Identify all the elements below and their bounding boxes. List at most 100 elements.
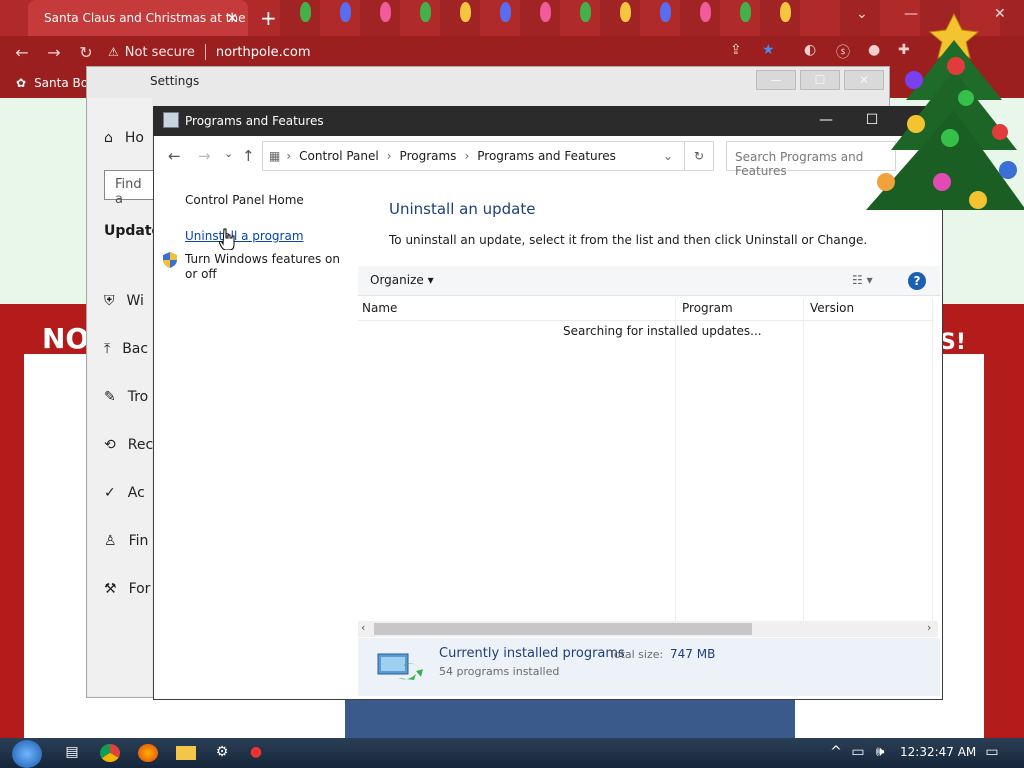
total-size-label: Total size: <box>609 648 664 661</box>
scroll-left-icon[interactable]: ‹ <box>361 621 365 634</box>
decor-light <box>700 2 711 22</box>
forward-icon[interactable]: → <box>38 43 70 62</box>
chevron-down-icon[interactable]: ⌄ <box>224 147 233 160</box>
refresh-button[interactable]: ↻ <box>684 141 714 171</box>
control-panel-icon: ▦ <box>269 149 281 163</box>
control-panel-icon <box>163 112 179 128</box>
recovery-icon: ⟲ <box>104 437 116 453</box>
column-header-name[interactable]: Name <box>362 301 397 315</box>
security-label: Not secure <box>124 44 195 60</box>
decor-light <box>540 2 551 22</box>
divider <box>204 44 206 60</box>
settings-item-troubleshoot[interactable]: ✎ Tro <box>104 389 148 405</box>
breadcrumb-programs[interactable]: Programs <box>400 149 457 163</box>
control-panel-home-link[interactable]: Control Panel Home <box>185 193 304 207</box>
settings-item-windows-security[interactable]: ⛨ Wi <box>104 293 144 309</box>
decor-light <box>620 2 631 22</box>
warning-icon: ⚠ <box>108 45 119 59</box>
status-title: Currently installed programs <box>439 646 625 661</box>
decor-light <box>460 2 471 22</box>
chevron-right-icon: › <box>386 149 392 163</box>
url-text: northpole.com <box>215 44 311 60</box>
village-image <box>345 700 795 738</box>
decor-light <box>380 2 391 22</box>
person-icon: ♙ <box>104 533 117 549</box>
program-count: 54 programs installed <box>439 665 560 678</box>
settings-gear-icon[interactable]: ⚙ <box>212 744 232 762</box>
uac-shield-icon <box>163 252 177 268</box>
chevron-right-icon: › <box>286 149 292 163</box>
system-clock[interactable]: 12:32:47 AM <box>900 745 976 759</box>
breadcrumb-control-panel[interactable]: Control Panel <box>299 149 379 163</box>
hand-cursor-icon <box>219 228 235 250</box>
scroll-right-icon[interactable]: › <box>927 621 931 634</box>
settings-item-recovery[interactable]: ⟲ Rec <box>104 437 153 453</box>
help-icon[interactable]: ? <box>908 272 926 290</box>
firefox-icon[interactable] <box>138 744 158 762</box>
star-icon[interactable]: ★ <box>762 42 775 58</box>
christmas-tree-icon <box>866 12 1024 210</box>
chrome-icon[interactable] <box>100 744 120 762</box>
decor-light <box>340 2 351 22</box>
settings-item-activation[interactable]: ✓ Ac <box>104 485 145 501</box>
settings-title: Settings <box>150 74 200 88</box>
decor-light <box>740 2 751 22</box>
page-banner-left: NO <box>42 322 90 355</box>
view-options-icon[interactable]: ☷ ▾ <box>852 273 873 287</box>
back-icon[interactable]: ← <box>168 147 181 165</box>
organize-button[interactable]: Organize ▾ <box>370 273 434 287</box>
column-divider <box>803 298 804 622</box>
volume-icon[interactable]: 🕪 <box>872 744 888 762</box>
bookmark-item[interactable]: Santa Bo <box>34 76 88 90</box>
share-icon[interactable]: ⇪ <box>730 42 742 58</box>
browser-tab[interactable]: Santa Claus and Christmas at the ✕ <box>28 0 248 36</box>
column-divider <box>675 298 676 622</box>
decor-light <box>420 2 431 22</box>
column-header-version[interactable]: Version <box>810 301 854 315</box>
scrollbar-thumb[interactable] <box>374 623 752 635</box>
minimize-button[interactable]: — <box>806 110 846 132</box>
task-view-icon[interactable]: ▤ <box>62 744 82 762</box>
page-title: Uninstall an update <box>389 200 536 218</box>
chevron-up-icon[interactable]: ^ <box>826 744 846 762</box>
maximize-button[interactable]: ☐ <box>800 70 840 90</box>
settings-item-for-developers[interactable]: ⚒ For <box>104 581 150 597</box>
settings-home[interactable]: ⌂ Ho <box>104 130 144 146</box>
check-circle-icon: ✓ <box>104 485 116 501</box>
column-header-program[interactable]: Program <box>682 301 733 315</box>
chevron-down-icon: ▾ <box>427 273 434 287</box>
extension-icon[interactable]: ◐ <box>804 42 816 58</box>
new-tab-icon[interactable]: + <box>260 6 277 30</box>
settings-search-input[interactable]: Find a <box>104 170 154 207</box>
control-panel-taskbar-icon[interactable]: ● <box>246 744 266 762</box>
uninstall-program-link[interactable]: Uninstall a program <box>185 229 304 243</box>
close-icon[interactable]: ✕ <box>226 11 238 27</box>
reload-icon[interactable]: ↻ <box>70 43 102 62</box>
notification-icon[interactable]: ▭ <box>982 744 1002 762</box>
wrench-icon: ✎ <box>104 389 116 405</box>
address-bar[interactable]: ⚠ Not secure northpole.com <box>108 40 708 64</box>
network-icon[interactable]: ▭ <box>848 744 868 762</box>
window-title: Programs and Features <box>185 114 324 128</box>
decor-light <box>500 2 511 22</box>
start-button[interactable] <box>12 740 42 768</box>
settings-item-find-device[interactable]: ♙ Fin <box>104 533 148 549</box>
home-icon: ⌂ <box>104 130 113 146</box>
profile-icon[interactable]: ⓢ <box>836 42 850 62</box>
decor-light <box>300 2 311 22</box>
file-explorer-icon[interactable] <box>176 746 196 760</box>
chevron-down-icon[interactable]: ⌄ <box>663 149 673 163</box>
back-icon[interactable]: ← <box>6 43 38 62</box>
decor-light <box>660 2 671 22</box>
decor-light <box>580 2 591 22</box>
minimize-button[interactable]: — <box>756 70 796 90</box>
bookmark-icon: ✿ <box>16 76 27 90</box>
settings-item-backup[interactable]: ⤒ Bac <box>104 341 148 357</box>
windows-features-link[interactable]: Turn Windows features on or off <box>185 252 345 282</box>
chevron-right-icon: › <box>464 149 470 163</box>
up-icon[interactable]: ↑ <box>242 147 255 165</box>
breadcrumb[interactable]: ▦ › Control Panel › Programs › Programs … <box>262 141 714 171</box>
breadcrumb-programs-features[interactable]: Programs and Features <box>477 149 616 163</box>
list-status: Searching for installed updates... <box>563 324 762 338</box>
forward-icon[interactable]: → <box>198 147 211 165</box>
